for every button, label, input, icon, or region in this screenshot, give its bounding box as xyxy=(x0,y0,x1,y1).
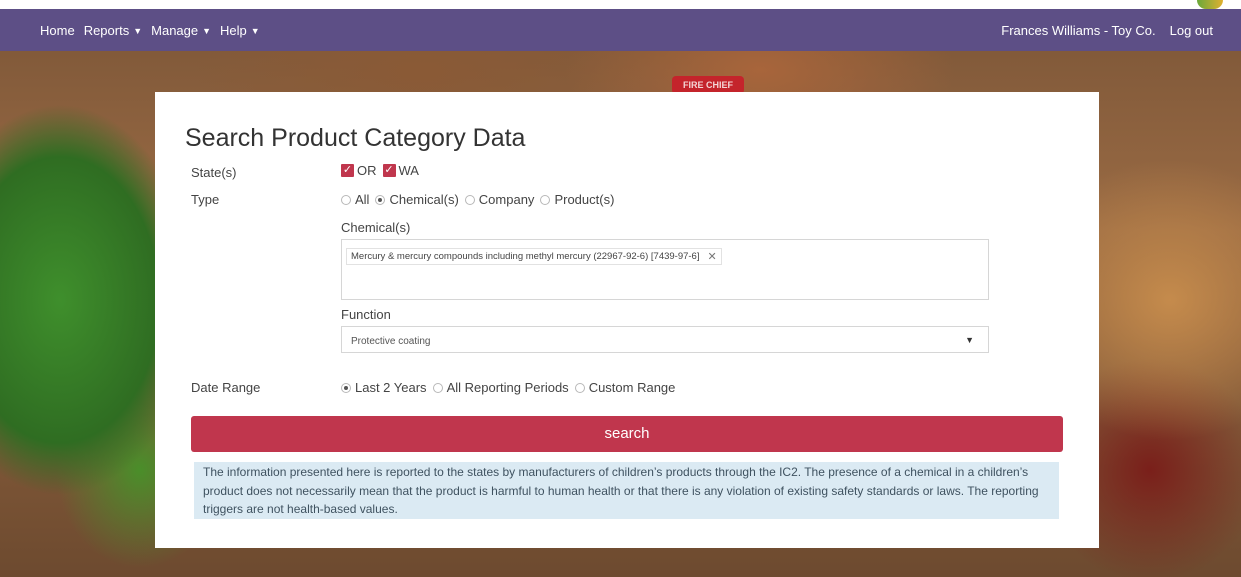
type-chemicals-label[interactable]: Chemical(s) xyxy=(389,192,458,207)
type-group: All Chemical(s) Company Product(s) xyxy=(341,192,620,207)
function-label: Function xyxy=(341,307,391,322)
date-custom-label[interactable]: Custom Range xyxy=(589,380,676,395)
nav-reports-label: Reports xyxy=(83,22,130,38)
type-company-radio[interactable] xyxy=(464,194,475,205)
date-range-group: Last 2 Years All Reporting Periods Custo… xyxy=(341,380,681,395)
states-label: State(s) xyxy=(191,165,237,180)
date-last2-label[interactable]: Last 2 Years xyxy=(355,380,427,395)
chemicals-label: Chemical(s) xyxy=(341,220,411,235)
function-select[interactable]: Protective coating ▼ xyxy=(341,326,989,353)
logo-leaf-icon xyxy=(1197,0,1223,9)
type-all-radio[interactable] xyxy=(341,194,351,205)
caret-down-icon: ▼ xyxy=(202,25,212,36)
type-all-label[interactable]: All xyxy=(355,192,369,207)
type-label: Type xyxy=(191,192,220,207)
state-or-label[interactable]: OR xyxy=(357,163,377,178)
nav-user[interactable]: Frances Williams - Toy Co. xyxy=(1001,23,1155,38)
chemicals-input[interactable]: Mercury & mercury compounds including me… xyxy=(341,239,989,300)
date-last2-radio[interactable] xyxy=(341,382,351,393)
search-button[interactable]: search xyxy=(191,416,1063,452)
type-chemicals-radio[interactable] xyxy=(375,194,386,205)
chemical-tag: Mercury & mercury compounds including me… xyxy=(346,248,722,265)
disclaimer-notice: The information presented here is report… xyxy=(194,462,1059,519)
chemical-tag-label: Mercury & mercury compounds including me… xyxy=(351,251,700,262)
nav-reports[interactable]: Reports ▼ xyxy=(84,23,142,38)
close-icon[interactable]: ✕ xyxy=(707,250,716,263)
navbar: Home Reports ▼ Manage ▼ Help ▼ Frances Will… xyxy=(0,9,1241,51)
type-company-label[interactable]: Company xyxy=(479,192,535,207)
nav-manage-label: Manage xyxy=(151,22,199,38)
date-range-label: Date Range xyxy=(191,380,261,395)
nav-left: Home Reports ▼ Manage ▼ Help ▼ xyxy=(40,23,269,38)
nav-help-label: Help xyxy=(220,22,247,38)
nav-home-label: Home xyxy=(40,22,75,38)
caret-down-icon: ▼ xyxy=(250,25,260,36)
nav-home[interactable]: Home xyxy=(40,23,75,38)
page-title: Search Product Category Data xyxy=(185,124,526,152)
type-products-label[interactable]: Product(s) xyxy=(554,192,614,207)
date-custom-radio[interactable] xyxy=(574,382,585,393)
top-strip xyxy=(0,0,1241,9)
chevron-down-icon: ▼ xyxy=(965,335,974,345)
date-all-radio[interactable] xyxy=(432,382,443,393)
states-group: ✓ OR ✓ WA xyxy=(341,163,425,178)
nav-help[interactable]: Help ▼ xyxy=(220,23,260,38)
nav-right: Frances Williams - Toy Co. Log out xyxy=(987,23,1213,38)
caret-down-icon: ▼ xyxy=(133,25,143,36)
nav-manage[interactable]: Manage ▼ xyxy=(151,23,211,38)
search-card: Search Product Category Data State(s) ✓ … xyxy=(155,92,1099,548)
function-select-value: Protective coating xyxy=(351,336,431,347)
checkmark-icon[interactable]: ✓ xyxy=(341,164,354,177)
checkmark-icon[interactable]: ✓ xyxy=(382,164,396,177)
date-all-label[interactable]: All Reporting Periods xyxy=(447,380,569,395)
logout-link[interactable]: Log out xyxy=(1170,23,1213,38)
type-products-radio[interactable] xyxy=(540,194,551,205)
state-wa-label[interactable]: WA xyxy=(399,163,419,178)
